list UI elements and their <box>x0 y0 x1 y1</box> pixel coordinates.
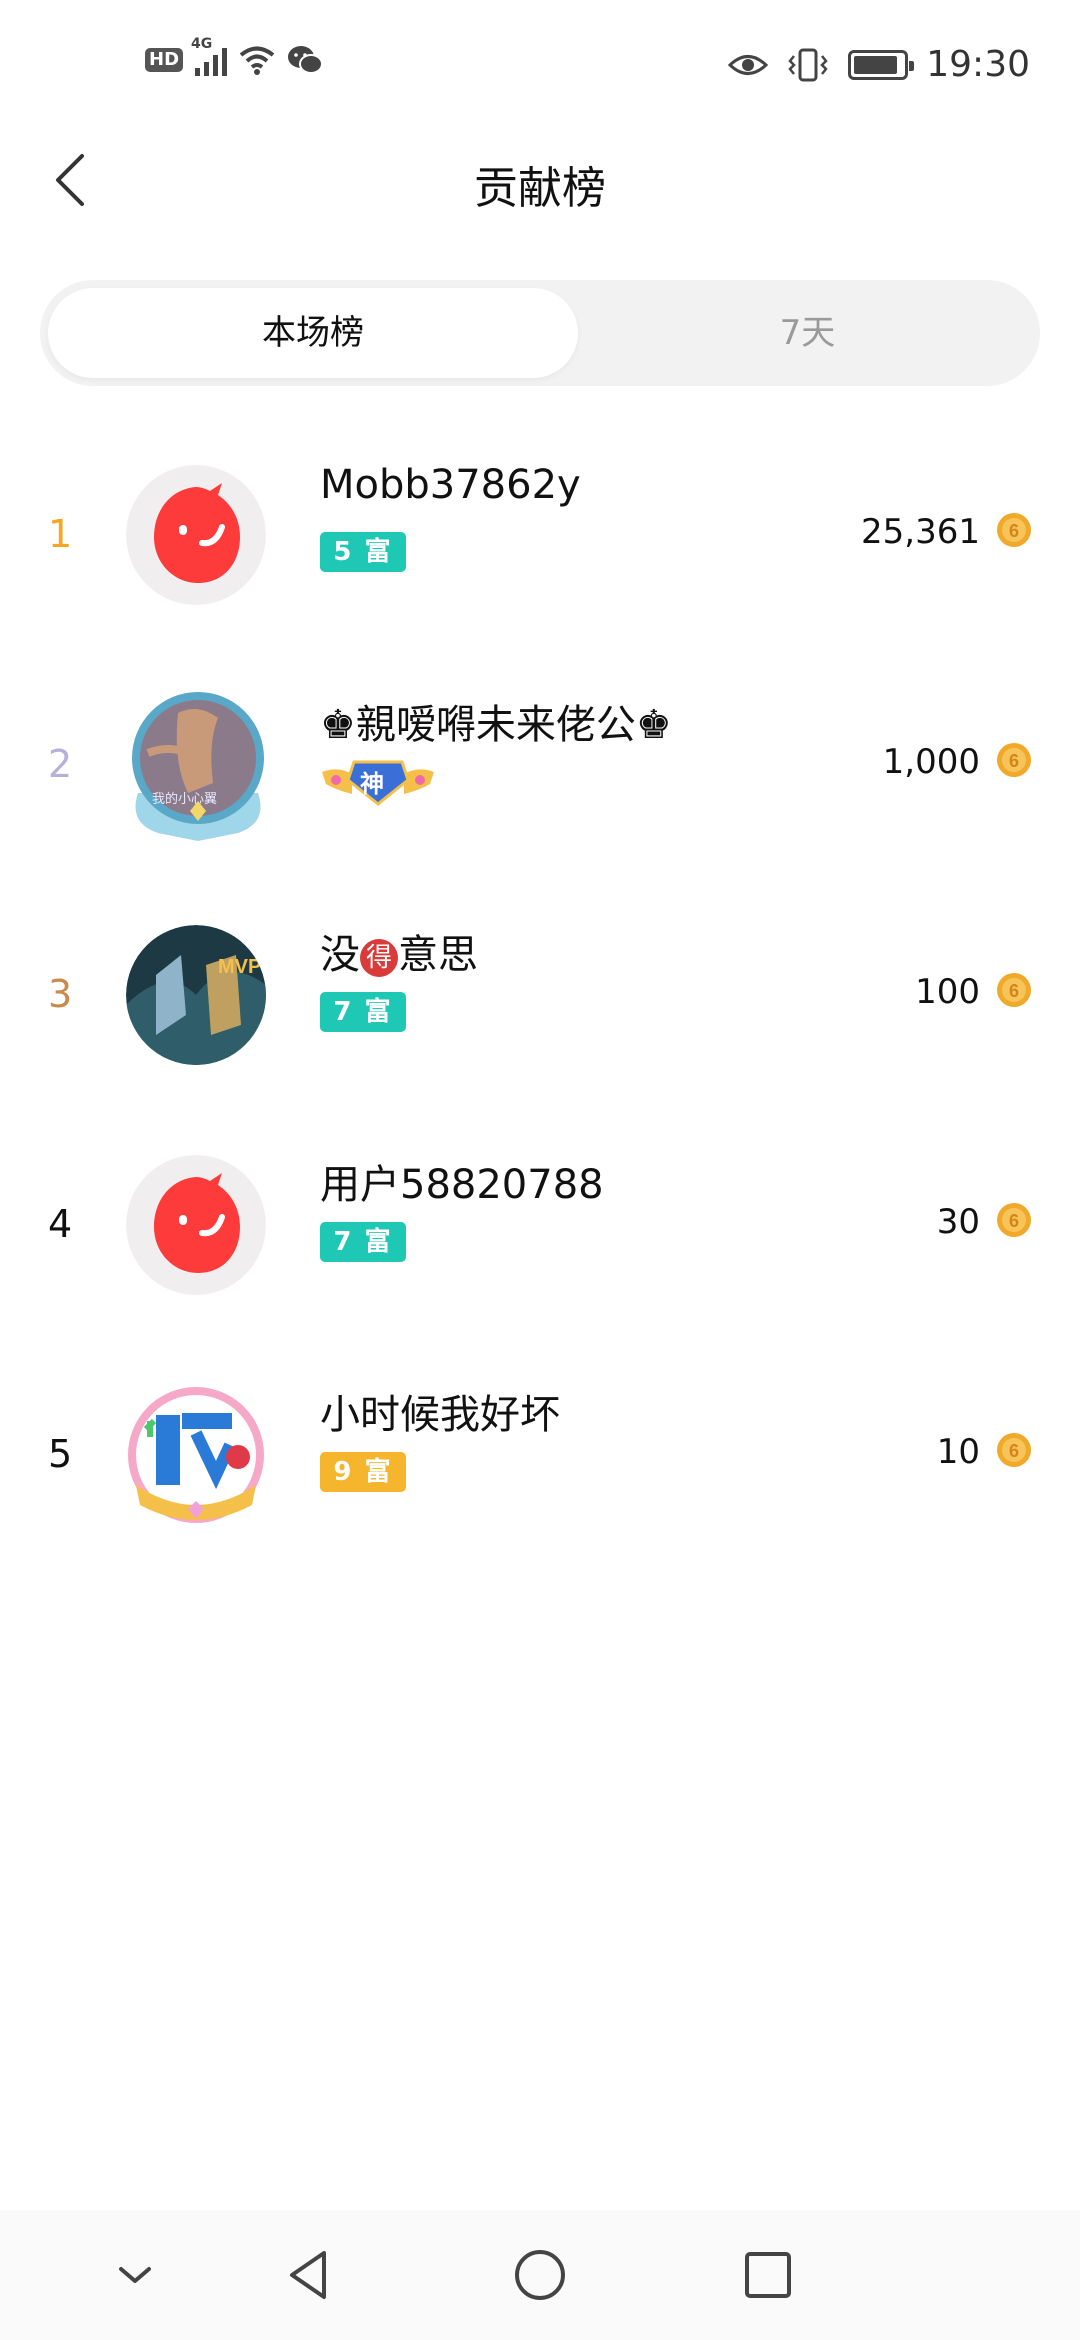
avatar[interactable] <box>126 1385 266 1525</box>
back-triangle-icon[interactable] <box>280 2245 340 2305</box>
wechat-icon <box>288 46 324 74</box>
user-name: 用户58820788 <box>320 1162 604 1208</box>
svg-text:我的小心翼: 我的小心翼 <box>152 791 217 807</box>
contribution-score: 30 <box>936 1202 980 1242</box>
rank-number: 3 <box>48 972 73 1016</box>
vibrate-icon <box>788 48 828 81</box>
app-header: 贡献榜 <box>0 130 1080 230</box>
kuaishou-logo-icon <box>126 1155 266 1295</box>
recents-square-icon[interactable] <box>738 2245 798 2305</box>
rank-number: 1 <box>48 512 73 556</box>
wifi-icon <box>239 46 275 75</box>
coin-icon: 6 <box>997 1433 1031 1467</box>
game-mvp-avatar-icon: MVP <box>126 925 266 1065</box>
avatar[interactable]: 我的小心翼 <box>118 683 278 843</box>
eye-comfort-icon <box>728 54 769 75</box>
hd-voice-icon: HD <box>145 48 184 72</box>
svg-text:6: 6 <box>1009 1211 1019 1231</box>
svg-text:6: 6 <box>1009 751 1019 771</box>
list-item[interactable]: 5 小时候我好坏 9 富 10 6 <box>0 1360 1080 1590</box>
tab-this-session[interactable]: 本场榜 <box>48 288 578 378</box>
user-name: 小时候我好坏 <box>320 1392 560 1438</box>
status-right: 19:30 <box>728 44 1030 85</box>
network-type: 4G <box>191 36 213 52</box>
user-name: 没得意思 <box>320 932 478 978</box>
cellular-signal-icon: 4G <box>191 36 228 76</box>
avatar[interactable] <box>126 1155 266 1295</box>
contribution-score: 1,000 <box>882 742 980 782</box>
contribution-score: 100 <box>915 972 980 1012</box>
wealth-badge: 7 富 <box>320 992 406 1032</box>
status-bar: HD 4G 19:30 <box>0 0 1080 130</box>
list-item[interactable]: 4 用户58820788 7 富 30 6 <box>0 1130 1080 1360</box>
svg-text:6: 6 <box>1009 981 1019 1001</box>
rank-number: 5 <box>48 1432 73 1476</box>
list-item[interactable]: 2 我的小心翼 ♚親嗳嘚未来佬公♚ 神 1,000 6 <box>0 670 1080 900</box>
battery-fill <box>854 55 898 74</box>
user-name: Mobb37862y <box>320 462 581 508</box>
page-title: 贡献榜 <box>474 163 606 214</box>
contribution-score: 25,361 <box>861 512 980 552</box>
user-name: ♚親嗳嘚未来佬公♚ <box>320 702 672 748</box>
kuaishou-logo-icon <box>126 465 266 605</box>
avatar[interactable] <box>126 465 266 605</box>
svg-text:6: 6 <box>1009 521 1019 541</box>
rank-number: 4 <box>48 1202 73 1246</box>
shen-rank-badge: 神 <box>318 752 438 808</box>
status-left: HD 4G <box>145 36 324 76</box>
huai-character-avatar-icon <box>128 1387 264 1523</box>
tab-7-days[interactable]: 7天 <box>580 288 1035 378</box>
contribution-score: 10 <box>936 1432 980 1472</box>
coin-icon: 6 <box>997 743 1031 777</box>
system-nav-bar <box>0 2210 1080 2340</box>
svg-text:MVP: MVP <box>218 956 261 978</box>
list-item[interactable]: 1 Mobb37862y 5 富 25,361 6 <box>0 440 1080 670</box>
svg-text:6: 6 <box>1009 1441 1019 1461</box>
ranking-tabs: 本场榜 7天 <box>40 280 1040 386</box>
coin-icon: 6 <box>997 1203 1031 1237</box>
wealth-badge: 7 富 <box>320 1222 406 1262</box>
de-emoji-icon: 得 <box>360 939 398 977</box>
avatar[interactable]: MVP <box>126 925 266 1065</box>
rank-number: 2 <box>48 742 73 786</box>
wealth-badge: 9 富 <box>320 1452 406 1492</box>
status-time: 19:30 <box>926 44 1030 85</box>
home-circle-icon[interactable] <box>510 2245 570 2305</box>
shen-badge-label: 神 <box>360 770 384 798</box>
wealth-badge: 5 富 <box>320 532 406 572</box>
battery-icon <box>848 49 915 80</box>
cartoon-avatar-frame-icon: 我的小心翼 <box>132 692 264 841</box>
coin-icon: 6 <box>997 973 1031 1007</box>
list-item[interactable]: 3 MVP 没得意思 7 富 100 6 <box>0 900 1080 1130</box>
coin-icon: 6 <box>997 513 1031 547</box>
chevron-down-icon[interactable] <box>105 2245 165 2305</box>
